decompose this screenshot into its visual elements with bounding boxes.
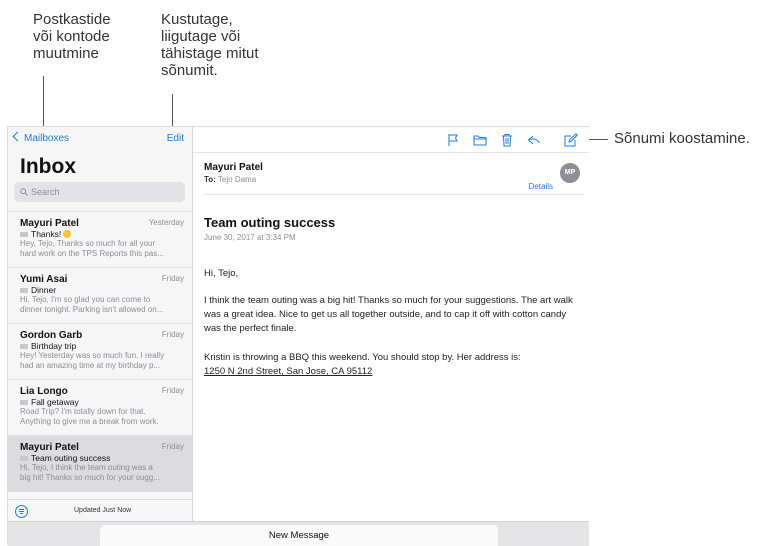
- vip-tag-icon: [20, 456, 28, 461]
- reply-icon[interactable]: [527, 133, 541, 147]
- message-sender: Lia Longo: [20, 386, 68, 397]
- flag-icon[interactable]: [446, 133, 460, 147]
- update-status: Updated Just Now: [74, 507, 132, 514]
- message-date: Friday: [161, 442, 184, 451]
- avatar[interactable]: MP: [560, 163, 580, 183]
- message-date: Friday: [161, 330, 184, 339]
- search-icon: [20, 188, 28, 196]
- message-subject: Team outing success: [20, 453, 110, 463]
- email-subject: Team outing success: [204, 215, 336, 230]
- message-sender: Mayuri Patel: [20, 218, 79, 229]
- header-divider: [204, 194, 584, 195]
- email-paragraph: I think the team outing was a big hit! T…: [204, 295, 573, 334]
- smiley-emoji-icon: [63, 230, 72, 238]
- page-title: Inbox: [20, 155, 76, 178]
- message-view: Mayuri Patel To: Tejo Dama Details MP Te…: [193, 152, 589, 521]
- vip-tag-icon: [20, 288, 28, 293]
- bottom-bar: New Message: [8, 521, 589, 546]
- list-item-selected[interactable]: Mayuri Patel Friday Team outing success …: [8, 435, 192, 492]
- message-sender: Mayuri Patel: [20, 442, 79, 453]
- trash-icon[interactable]: [500, 133, 514, 147]
- list-item[interactable]: Yumi Asai Friday Dinner Hi, Tejo, I'm so…: [8, 267, 192, 324]
- message-subject: Fall getaway: [20, 397, 79, 407]
- message-subject: Birthday trip: [20, 341, 76, 351]
- message-date: Friday: [161, 274, 184, 283]
- message-preview: Hey, Tejo, Thanks so much for all your h…: [20, 239, 164, 258]
- vip-tag-icon: [20, 400, 28, 405]
- message-preview: Hi, Tejo, I think the team outing was a …: [20, 463, 160, 482]
- email-date: June 30, 2017 at 3:34 PM: [204, 233, 296, 242]
- message-toolbar: [193, 127, 589, 153]
- mail-app-window: Mailboxes Edit Inbox Search Mayuri Patel…: [7, 126, 589, 546]
- message-preview: Hi, Tejo, I'm so glad you can come to di…: [20, 295, 164, 314]
- folder-icon[interactable]: [473, 133, 487, 147]
- edit-button[interactable]: Edit: [167, 133, 184, 144]
- search-input[interactable]: Search: [14, 182, 185, 202]
- message-preview: Road Trip? I'm totally down for that. An…: [20, 407, 159, 426]
- list-item[interactable]: Mayuri Patel Yesterday Thanks! Hey, Tejo…: [8, 211, 192, 268]
- message-subject: Thanks!: [20, 229, 72, 239]
- vip-tag-icon: [20, 344, 28, 349]
- filter-icon[interactable]: [15, 505, 28, 518]
- callout-mailboxes-line: [43, 76, 44, 132]
- list-item[interactable]: Lia Longo Friday Fall getaway Road Trip?…: [8, 379, 192, 436]
- list-item[interactable]: Gordon Garb Friday Birthday trip Hey! Ye…: [8, 323, 192, 380]
- search-placeholder: Search: [31, 187, 60, 197]
- message-date: Yesterday: [148, 218, 184, 227]
- callout-mailboxes: Postkastide või kontode muutmine: [33, 11, 111, 62]
- compose-icon[interactable]: [564, 133, 578, 147]
- message-list-pane: Mailboxes Edit Inbox Search Mayuri Patel…: [8, 127, 193, 545]
- details-link[interactable]: Details: [529, 182, 553, 191]
- message-date: Friday: [161, 386, 184, 395]
- callout-edit: Kustutage, liigutage või tähistage mitut…: [161, 11, 259, 79]
- message-sender: Yumi Asai: [20, 274, 68, 285]
- chevron-left-icon: [12, 131, 23, 142]
- vip-tag-icon: [20, 232, 28, 237]
- email-recipient: To: Tejo Dama: [204, 175, 257, 184]
- message-preview: Hey! Yesterday was so much fun. I really…: [20, 351, 165, 370]
- mailboxes-back-button[interactable]: Mailboxes: [12, 131, 69, 144]
- email-paragraph: Kristin is throwing a BBQ this weekend. …: [204, 352, 521, 363]
- email-address-link[interactable]: 1250 N 2nd Street, San Jose, CA 95112: [204, 365, 579, 379]
- sidebar-status-bar: Updated Just Now: [8, 499, 192, 522]
- new-message-button[interactable]: New Message: [100, 525, 498, 546]
- email-sender: Mayuri Patel: [204, 162, 263, 173]
- sidebar-navbar: Mailboxes Edit: [8, 127, 192, 152]
- email-greeting: Hi, Tejo,: [204, 268, 239, 279]
- message-subject: Dinner: [20, 285, 56, 295]
- callout-compose: Sõnumi koostamine.: [614, 130, 750, 147]
- message-sender: Gordon Garb: [20, 330, 83, 341]
